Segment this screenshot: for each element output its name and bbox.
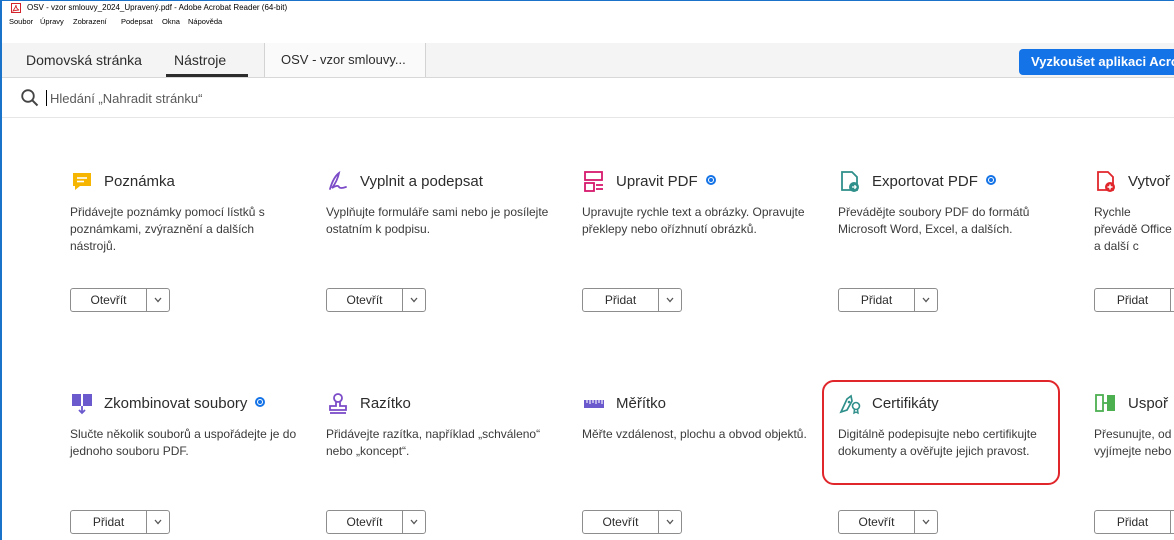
title-bar: OSV - vzor smlouvy_2024_Upravený.pdf - A… [2,1,1174,14]
tool-action-button: Přidat [1094,510,1174,534]
tab-document[interactable]: OSV - vzor smlouvy... [264,43,426,77]
organize-pages-icon [1095,394,1115,412]
tool-description: Převádějte soubory PDF do formátů Micros… [838,205,1030,236]
menu-sign[interactable]: Podepsat [121,17,153,27]
dropdown-toggle[interactable] [403,289,425,311]
tool-action-button: Otevřít [326,288,426,312]
export-pdf-icon [841,171,859,192]
add-button[interactable]: Přidat [583,289,659,311]
premium-badge-icon [705,175,716,185]
open-button[interactable]: Otevřít [583,511,659,533]
tool-card-edit-pdf: Upravit PDF Upravujte rychle text a obrá… [582,170,822,340]
dropdown-toggle[interactable] [147,289,169,311]
premium-badge-icon [255,397,266,407]
dropdown-toggle[interactable] [915,511,937,533]
tool-title: Uspoř [1128,395,1169,412]
search-icon [21,89,39,107]
tool-card-combine: Zkombinovat soubory Slučte několik soubo… [70,392,310,540]
menu-bar: Soubor Úpravy Zobrazení Podepsat Okna Ná… [2,14,1174,43]
open-button[interactable]: Otevřít [71,289,147,311]
menu-help[interactable]: Nápověda [188,17,222,27]
tool-description: Přidávejte poznámky pomocí lístků s pozn… [70,205,265,253]
tool-title: Razítko [360,395,411,412]
edit-pdf-icon [584,171,603,192]
chevron-down-icon [922,519,930,525]
tools-search-bar [2,78,1174,118]
chevron-down-icon [410,519,418,525]
tabs-bar: Domovská stránka Nástroje OSV - vzor sml… [2,43,1174,78]
premium-badge-icon [985,175,996,185]
tool-action-button: Otevřít [838,510,938,534]
menu-file[interactable]: Soubor [9,17,33,27]
tool-description: Přidávejte razítka, například „schváleno… [326,427,541,458]
tool-description: Vyplňujte formuláře sami nebo je posílej… [326,205,549,236]
tool-action-button: Otevřít [582,510,682,534]
chevron-down-icon [154,297,162,303]
chevron-down-icon [154,519,162,525]
highlight-annotation [822,380,1060,485]
ruler-icon [584,400,604,408]
menu-view[interactable]: Zobrazení [73,17,107,27]
comment-icon [73,173,91,190]
dropdown-toggle[interactable] [659,511,681,533]
menu-window[interactable]: Okna [162,17,180,27]
tool-card-stamp: Razítko Přidávejte razítka, například „s… [326,392,566,540]
dropdown-toggle[interactable] [403,511,425,533]
tab-home[interactable]: Domovská stránka [26,43,142,77]
chevron-down-icon [410,297,418,303]
dropdown-toggle[interactable] [659,289,681,311]
chevron-down-icon [666,297,674,303]
tool-card-measure: Měřítko Měřte vzdálenost, plochu a obvod… [582,392,822,540]
tool-title: Poznámka [104,173,175,190]
dropdown-toggle[interactable] [915,289,937,311]
tool-action-button: Otevřít [70,288,170,312]
chevron-down-icon [666,519,674,525]
tool-card-comment: Poznámka Přidávejte poznámky pomocí líst… [70,170,310,340]
fill-sign-icon [329,170,347,190]
tab-tools[interactable]: Nástroje [174,43,226,77]
open-button[interactable]: Otevřít [327,289,403,311]
tool-description: Upravujte rychle text a obrázky. Opravuj… [582,205,805,236]
tool-card-organize: Uspoř Přesunujte, od vyjímejte nebo Přid… [1094,392,1174,540]
tool-title: Upravit PDF [616,173,698,190]
search-input[interactable] [46,86,546,110]
open-button[interactable]: Otevřít [839,511,915,533]
tool-action-button: Otevřít [326,510,426,534]
tool-description: Rychle převádě Office a další c [1094,205,1172,253]
dropdown-toggle[interactable] [147,511,169,533]
tool-action-button: Přidat [838,288,938,312]
open-button[interactable]: Otevřít [327,511,403,533]
active-tab-indicator [166,74,248,77]
tool-card-export-pdf: Exportovat PDF Převádějte soubory PDF do… [838,170,1078,340]
chevron-down-icon [922,297,930,303]
stamp-icon [329,393,347,414]
tool-description: Přesunujte, od vyjímejte nebo [1094,427,1172,458]
tool-title: Vytvoř [1128,173,1170,190]
tool-title: Vyplnit a podepsat [360,173,483,190]
tool-card-fill-sign: Vyplnit a podepsat Vyplňujte formuláře s… [326,170,566,340]
create-pdf-icon [1097,171,1115,192]
add-button[interactable]: Přidat [1095,289,1171,311]
tool-action-button: Přidat [70,510,170,534]
tool-description: Slučte několik souborů a uspořádejte je … [70,427,297,458]
try-acrobat-button[interactable]: Vyzkoušet aplikaci Acrobat [1019,49,1174,75]
add-button[interactable]: Přidat [839,289,915,311]
add-button[interactable]: Přidat [1095,511,1171,533]
acrobat-logo-icon [11,3,21,13]
tool-description: Měřte vzdálenost, plochu a obvod objektů… [582,427,807,441]
menu-edit[interactable]: Úpravy [40,17,64,27]
tool-action-button: Přidat [582,288,682,312]
tool-title: Exportovat PDF [872,173,978,190]
tool-title: Zkombinovat soubory [104,395,248,412]
tool-card-create-pdf: Vytvoř Rychle převádě Office a další c P… [1094,170,1174,340]
tool-action-button: Přidat [1094,288,1174,312]
tool-title: Měřítko [616,395,667,412]
combine-files-icon [72,394,92,415]
window-title: OSV - vzor smlouvy_2024_Upravený.pdf - A… [27,3,288,12]
add-button[interactable]: Přidat [71,511,147,533]
